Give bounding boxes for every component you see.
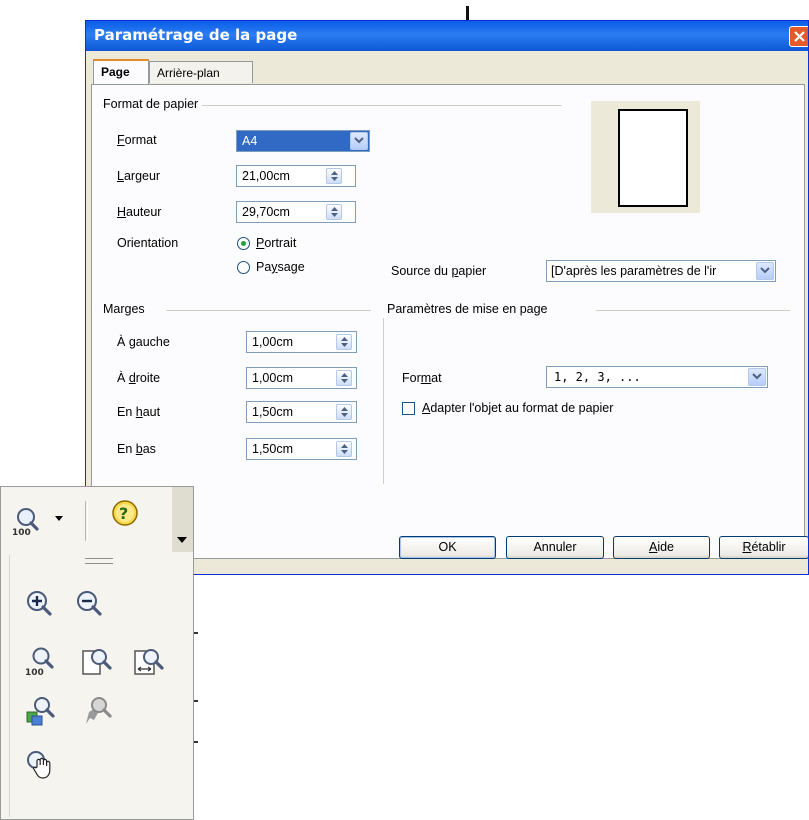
- zoom-in-button[interactable]: [23, 588, 57, 622]
- margins-group-title: Marges: [103, 302, 149, 316]
- landscape-radio[interactable]: [237, 261, 250, 274]
- help-icon: ?: [112, 500, 138, 526]
- margin-top-spinner[interactable]: [336, 404, 352, 420]
- zoom-optimal-button[interactable]: [23, 694, 57, 728]
- zoom-page-width-button[interactable]: [132, 645, 166, 679]
- ok-button[interactable]: OK: [399, 536, 496, 559]
- tab-background-label: Arrière-plan: [157, 66, 220, 80]
- zoom-100-icon: 100: [12, 508, 39, 538]
- height-spinner[interactable]: [326, 204, 342, 220]
- numbering-format-label: Format: [402, 371, 442, 385]
- format-dropdown-button[interactable]: [350, 132, 368, 150]
- spin-arrows-icon: [331, 207, 338, 217]
- zoom-100-button[interactable]: 100: [23, 645, 57, 679]
- fit-object-checkbox[interactable]: [402, 402, 415, 415]
- title-bar[interactable]: Paramétrage de la page: [86, 21, 808, 51]
- landscape-label[interactable]: Paysage: [256, 260, 305, 274]
- close-icon: [794, 31, 805, 42]
- overflow-arrow-icon: [177, 537, 187, 543]
- chevron-down-icon: [760, 267, 770, 274]
- chevron-down-icon: [354, 137, 364, 144]
- object-zoom-button[interactable]: [80, 694, 114, 728]
- orientation-label: Orientation: [117, 236, 179, 250]
- help-button[interactable]: Aide: [613, 536, 710, 559]
- margin-left-spinner[interactable]: [336, 334, 352, 350]
- zoom-page-button[interactable]: [80, 645, 114, 679]
- margin-top-value: 1,50cm: [252, 405, 293, 419]
- margin-bottom-value: 1,50cm: [252, 442, 293, 456]
- zoom-out-button[interactable]: [73, 588, 107, 622]
- chevron-down-icon: [752, 373, 762, 380]
- zoom-page-icon: [82, 649, 112, 675]
- close-button[interactable]: [789, 26, 808, 47]
- height-value: 29,70cm: [242, 205, 290, 219]
- toolbar-overflow-area[interactable]: [172, 487, 193, 552]
- margin-bottom-spinner[interactable]: [336, 441, 352, 457]
- zoom-in-icon: [27, 591, 52, 616]
- dialog-title: Paramétrage de la page: [94, 26, 298, 44]
- portrait-radio[interactable]: [237, 237, 250, 250]
- width-label: Largeur: [117, 169, 161, 183]
- dropdown-arrow-icon[interactable]: [55, 516, 63, 521]
- fit-object-label[interactable]: Adapter l'objet au format de papier: [422, 401, 613, 415]
- spin-arrows-icon: [341, 337, 348, 347]
- margin-bottom-label: En bas: [117, 442, 156, 456]
- help-tool-button[interactable]: ?: [109, 497, 143, 531]
- svg-text:?: ?: [119, 504, 128, 523]
- numbering-format-select[interactable]: 1, 2, 3, ...: [546, 366, 768, 388]
- margin-right-spinner[interactable]: [336, 370, 352, 386]
- group-line: [596, 310, 790, 311]
- height-label: Hauteur: [117, 205, 162, 219]
- toolbar-separator: [85, 501, 86, 541]
- object-zoom-icon: [86, 697, 112, 724]
- group-line: [166, 310, 371, 311]
- margin-top-label: En haut: [117, 405, 161, 419]
- paper-source-select[interactable]: [D'après les paramètres de l'ir: [546, 260, 776, 282]
- paper-format-group-title: Format de papier: [103, 97, 203, 111]
- margin-right-label: À droite: [117, 371, 161, 385]
- width-spinner[interactable]: [326, 168, 342, 184]
- page-preview: [618, 109, 688, 207]
- zoom-page-width-icon: [134, 649, 164, 675]
- shift-hand-icon: [27, 751, 51, 779]
- zoom-optimal-icon: [26, 697, 55, 726]
- zoom-button[interactable]: 100: [10, 505, 44, 539]
- cancel-button[interactable]: Annuler: [506, 536, 604, 559]
- zoom-label: 100: [12, 528, 31, 538]
- width-value: 21,00cm: [242, 169, 290, 183]
- paper-source-value: [D'après les paramètres de l'ir: [551, 264, 717, 278]
- tab-page[interactable]: Page: [93, 59, 149, 84]
- spin-arrows-icon: [341, 373, 348, 383]
- numbering-format-dropdown-button[interactable]: [748, 368, 766, 386]
- margin-left-label: À gauche: [117, 335, 170, 349]
- paper-source-label: Source du papier: [391, 264, 487, 278]
- paper-source-dropdown-button[interactable]: [756, 262, 774, 280]
- toolbar-separator: [87, 501, 88, 541]
- spin-arrows-icon: [331, 171, 338, 181]
- format-label: Format: [117, 133, 157, 147]
- tab-page-label: Page: [101, 65, 130, 79]
- margin-right-value: 1,00cm: [252, 371, 293, 385]
- numbering-format-value: 1, 2, 3, ...: [554, 370, 641, 384]
- shift-hand-button[interactable]: [23, 749, 57, 783]
- margin-left-value: 1,00cm: [252, 335, 293, 349]
- portrait-label[interactable]: Portrait: [256, 236, 296, 250]
- canvas-mark: [466, 6, 469, 20]
- reset-button[interactable]: Rétablir: [719, 536, 808, 559]
- zoom-out-icon: [77, 591, 102, 616]
- layout-group-title: Paramètres de mise en page: [387, 302, 552, 316]
- svg-text:100: 100: [25, 668, 44, 678]
- group-separator: [383, 318, 384, 484]
- spin-arrows-icon: [341, 407, 348, 417]
- zoom-100-icon: 100: [25, 647, 54, 678]
- spin-arrows-icon: [341, 444, 348, 454]
- tab-background[interactable]: Arrière-plan: [149, 61, 253, 83]
- zoom-toolbar: 100 ? 100: [0, 486, 194, 820]
- format-select-value: A4: [242, 134, 258, 148]
